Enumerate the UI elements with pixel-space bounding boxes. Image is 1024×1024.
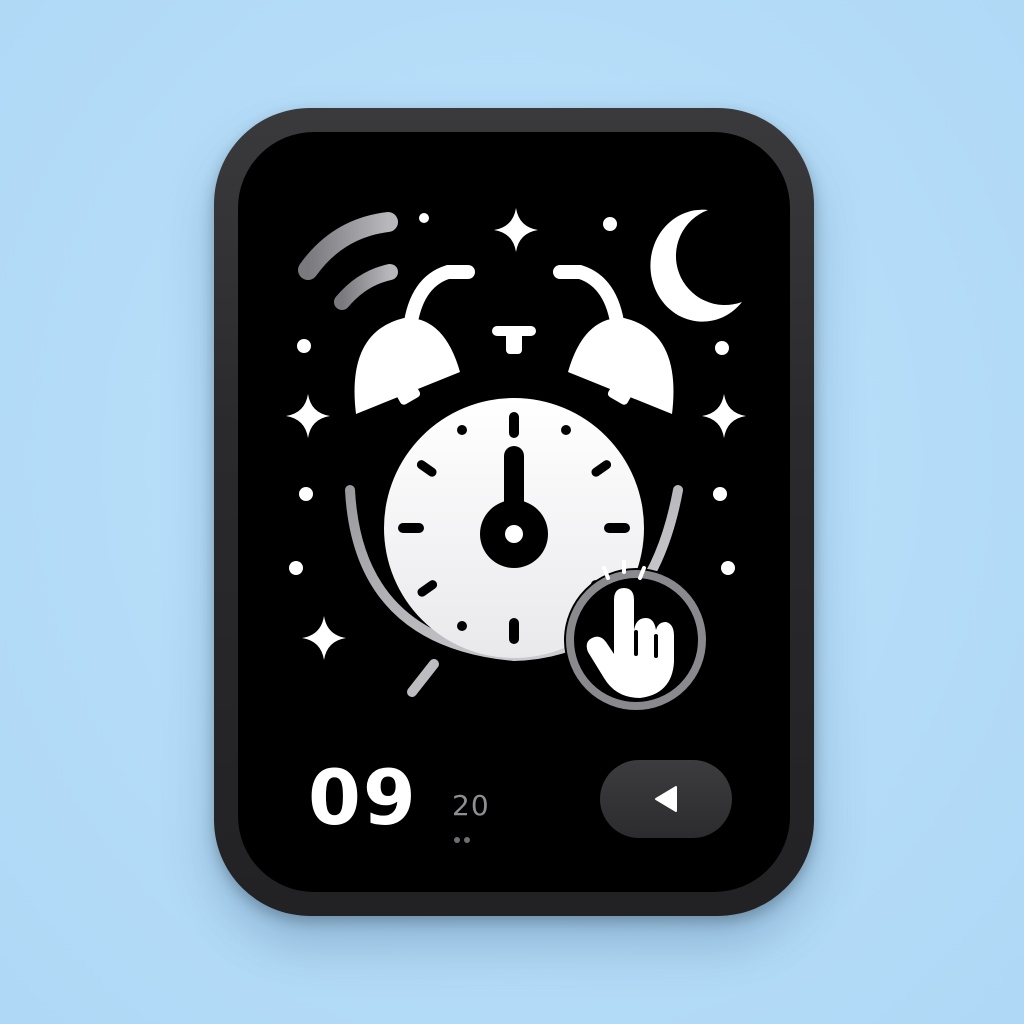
clock-minutes: 20 <box>452 789 490 822</box>
back-button[interactable] <box>600 760 732 838</box>
time-dots <box>454 828 478 843</box>
app-background: 09 20 <box>0 0 1024 1024</box>
crescent-moon-icon <box>650 209 742 322</box>
sound-waves-icon <box>298 212 398 310</box>
device-frame: 09 20 <box>214 108 814 916</box>
device-screen: 09 20 <box>238 132 790 892</box>
clock-hours: 09 <box>308 753 418 842</box>
play-back-icon <box>655 786 677 812</box>
